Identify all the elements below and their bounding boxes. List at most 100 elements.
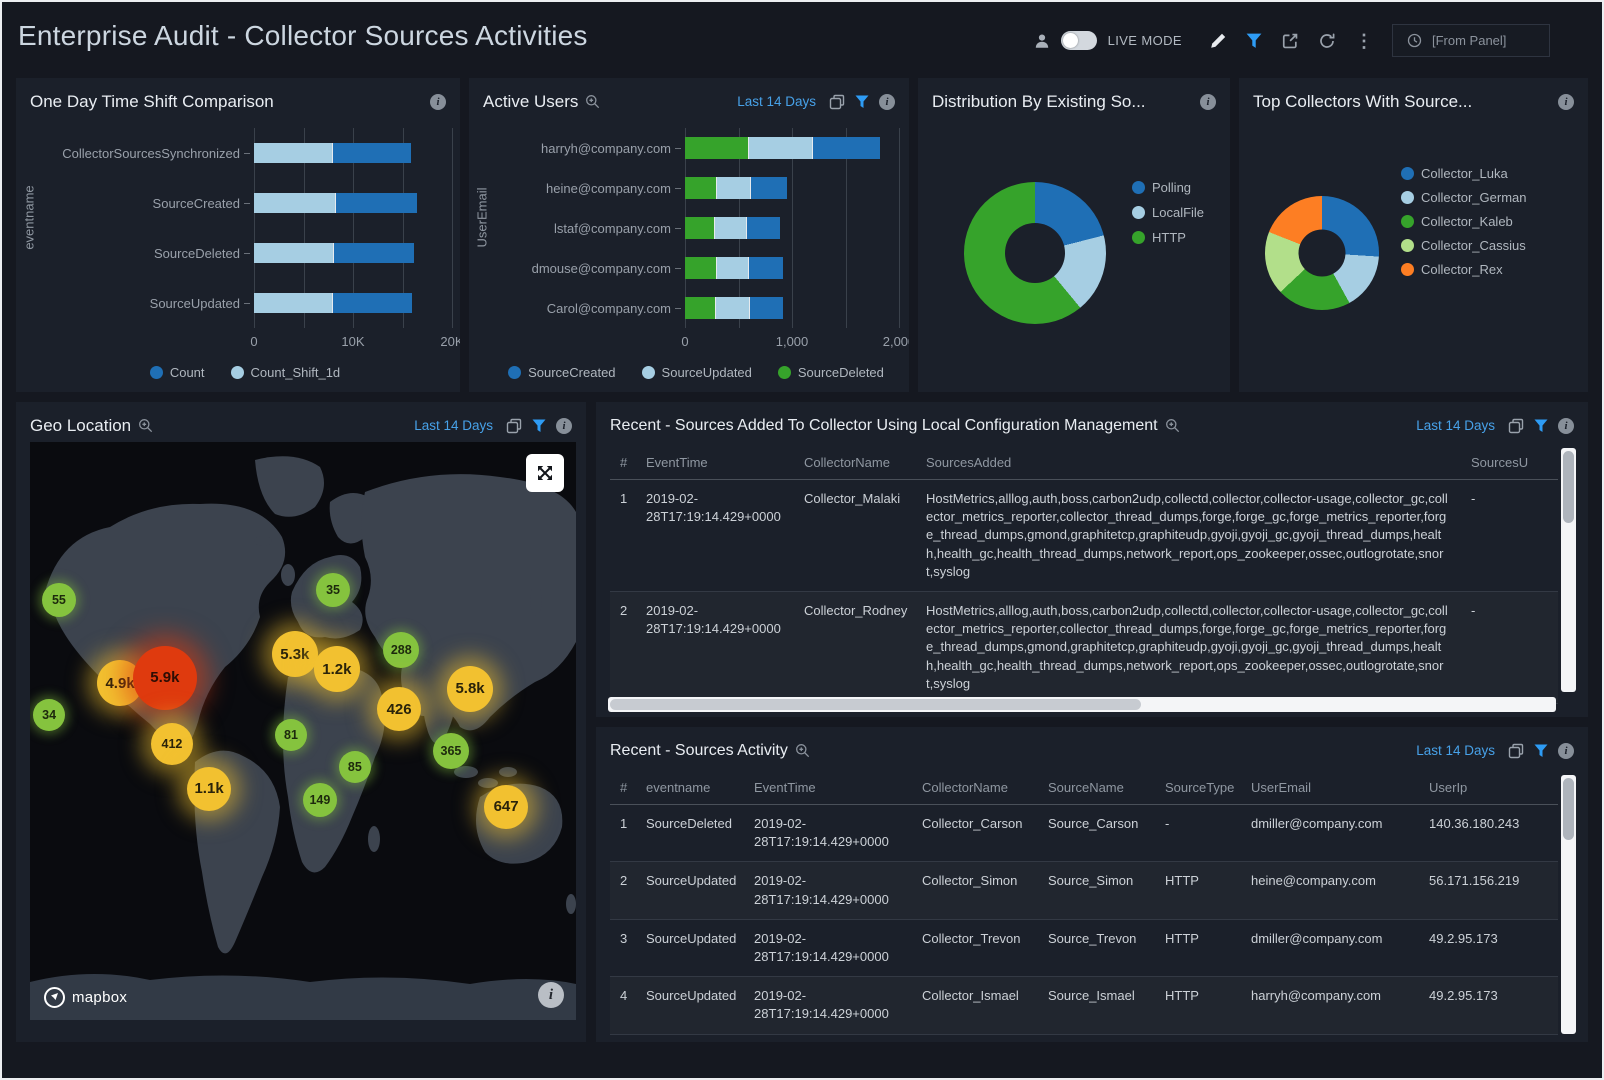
legend-item[interactable]: LocalFile xyxy=(1132,205,1204,220)
bar-segment-SourceUpdated[interactable] xyxy=(748,137,812,159)
map-bubble[interactable]: 1.1k xyxy=(187,767,231,811)
column-header[interactable]: # xyxy=(610,780,636,795)
live-mode-toggle[interactable] xyxy=(1061,31,1097,50)
column-header[interactable]: SourceType xyxy=(1155,780,1241,795)
bar-segment-SourceDeleted[interactable] xyxy=(685,217,714,239)
bar-segment-Count_Shift_1d[interactable] xyxy=(254,293,332,313)
zoom-in-icon[interactable] xyxy=(1165,418,1180,433)
map-bubble[interactable]: 1.2k xyxy=(314,646,360,692)
map-bubble[interactable]: 5.8k xyxy=(447,666,493,712)
zoom-in-icon[interactable] xyxy=(585,94,600,109)
map-expand-icon[interactable] xyxy=(526,454,564,492)
copy-icon[interactable] xyxy=(1508,418,1524,434)
legend-item[interactable]: Collector_German xyxy=(1401,190,1527,205)
bar-segment-SourceCreated[interactable] xyxy=(748,257,783,279)
info-icon[interactable]: i xyxy=(556,418,572,434)
bar-segment-SourceDeleted[interactable] xyxy=(685,297,715,319)
bar-segment-SourceUpdated[interactable] xyxy=(716,177,750,199)
world-map[interactable]: mapbox i 55344.9k5.9k4121.1k5.3k1.2k3528… xyxy=(30,442,576,1020)
map-bubble[interactable]: 34 xyxy=(33,699,65,731)
filter-icon[interactable] xyxy=(855,95,869,109)
bar-segment-SourceDeleted[interactable] xyxy=(685,137,748,159)
map-bubble[interactable]: 426 xyxy=(377,687,421,731)
bar-segment-Count[interactable] xyxy=(332,293,412,313)
bar-segment-Count_Shift_1d[interactable] xyxy=(254,193,335,213)
info-icon[interactable]: i xyxy=(430,94,446,110)
legend-item[interactable]: Collector_Rex xyxy=(1401,262,1527,277)
bar-segment-SourceCreated[interactable] xyxy=(750,177,787,199)
filter-icon[interactable] xyxy=(1534,744,1548,758)
table-row[interactable]: 22019-02-28T17:19:14.429+0000Collector_R… xyxy=(610,592,1558,704)
table-row[interactable]: 1SourceDeleted2019-02-28T17:19:14.429+00… xyxy=(610,805,1558,862)
column-header[interactable]: CollectorName xyxy=(794,455,916,470)
copy-icon[interactable] xyxy=(506,418,522,434)
column-header[interactable]: UserIp xyxy=(1419,780,1529,795)
info-icon[interactable]: i xyxy=(879,94,895,110)
filter-icon[interactable] xyxy=(1534,419,1548,433)
table-row[interactable]: 3SourceUpdated2019-02-28T17:19:14.429+00… xyxy=(610,920,1558,977)
info-icon[interactable]: i xyxy=(1200,94,1216,110)
zoom-in-icon[interactable] xyxy=(795,743,810,758)
bar-segment-Count[interactable] xyxy=(333,243,414,263)
user-icon[interactable] xyxy=(1034,33,1050,49)
table-row[interactable]: 5SourceDeleted2019-02-28T17:19:14.429+00… xyxy=(610,1035,1558,1039)
map-info-icon[interactable]: i xyxy=(538,982,564,1008)
table-row[interactable]: 2SourceUpdated2019-02-28T17:19:14.429+00… xyxy=(610,862,1558,919)
copy-icon[interactable] xyxy=(829,94,845,110)
map-bubble[interactable]: 81 xyxy=(275,719,307,751)
bar-segment-Count_Shift_1d[interactable] xyxy=(254,143,332,163)
column-header[interactable]: CollectorName xyxy=(912,780,1038,795)
scrollbar-thumb[interactable] xyxy=(610,699,1141,710)
time-range-selector[interactable]: [From Panel] xyxy=(1392,24,1550,57)
legend-item[interactable]: SourceDeleted xyxy=(778,365,884,380)
bar-segment-SourceDeleted[interactable] xyxy=(685,177,716,199)
time-range-label[interactable]: Last 14 Days xyxy=(1416,418,1495,433)
bar-segment-SourceCreated[interactable] xyxy=(749,297,783,319)
map-bubble[interactable]: 5.3k xyxy=(272,631,318,677)
donut-ring[interactable] xyxy=(964,182,1106,324)
vertical-scrollbar[interactable] xyxy=(1561,775,1576,1034)
column-header[interactable]: eventname xyxy=(636,780,744,795)
share-icon[interactable] xyxy=(1281,32,1299,50)
vertical-scrollbar[interactable] xyxy=(1561,448,1576,692)
legend-item[interactable]: SourceUpdated xyxy=(642,365,752,380)
column-header[interactable]: # xyxy=(610,455,636,470)
map-bubble[interactable]: 55 xyxy=(42,583,76,617)
donut-ring[interactable] xyxy=(1265,196,1379,310)
legend-item[interactable]: SourceCreated xyxy=(508,365,615,380)
legend-item[interactable]: Collector_Kaleb xyxy=(1401,214,1527,229)
bar-segment-SourceUpdated[interactable] xyxy=(714,217,746,239)
more-options-icon[interactable]: ⋮ xyxy=(1355,32,1373,50)
info-icon[interactable]: i xyxy=(1558,94,1574,110)
refresh-icon[interactable] xyxy=(1318,32,1336,50)
table-row[interactable]: 4SourceUpdated2019-02-28T17:19:14.429+00… xyxy=(610,977,1558,1034)
column-header[interactable]: SourcesAdded xyxy=(916,455,1461,470)
column-header[interactable]: EventTime xyxy=(636,455,794,470)
map-bubble[interactable]: 288 xyxy=(383,632,419,668)
copy-icon[interactable] xyxy=(1508,743,1524,759)
legend-item[interactable]: Polling xyxy=(1132,180,1204,195)
horizontal-scrollbar[interactable] xyxy=(608,697,1556,712)
time-range-label[interactable]: Last 14 Days xyxy=(414,418,493,433)
bar-segment-Count[interactable] xyxy=(332,143,411,163)
map-bubble[interactable]: 85 xyxy=(339,751,371,783)
map-bubble[interactable]: 647 xyxy=(484,785,528,829)
legend-item[interactable]: Collector_Cassius xyxy=(1401,238,1527,253)
bar-segment-SourceUpdated[interactable] xyxy=(716,257,748,279)
bar-segment-Count_Shift_1d[interactable] xyxy=(254,243,333,263)
bar-segment-SourceDeleted[interactable] xyxy=(685,257,716,279)
map-bubble[interactable]: 35 xyxy=(316,573,350,607)
map-bubble[interactable]: 365 xyxy=(433,733,469,769)
time-range-label[interactable]: Last 14 Days xyxy=(737,94,816,109)
zoom-in-icon[interactable] xyxy=(138,418,153,433)
scrollbar-thumb[interactable] xyxy=(1563,778,1574,840)
column-header[interactable]: SourcesU xyxy=(1461,455,1558,470)
legend-item[interactable]: Collector_Luka xyxy=(1401,166,1527,181)
column-header[interactable]: EventTime xyxy=(744,780,912,795)
map-bubble[interactable]: 412 xyxy=(151,723,193,765)
bar-segment-Count[interactable] xyxy=(335,193,417,213)
info-icon[interactable]: i xyxy=(1558,743,1574,759)
mapbox-logo[interactable]: mapbox xyxy=(44,987,127,1008)
scrollbar-thumb[interactable] xyxy=(1563,451,1574,523)
info-icon[interactable]: i xyxy=(1558,418,1574,434)
